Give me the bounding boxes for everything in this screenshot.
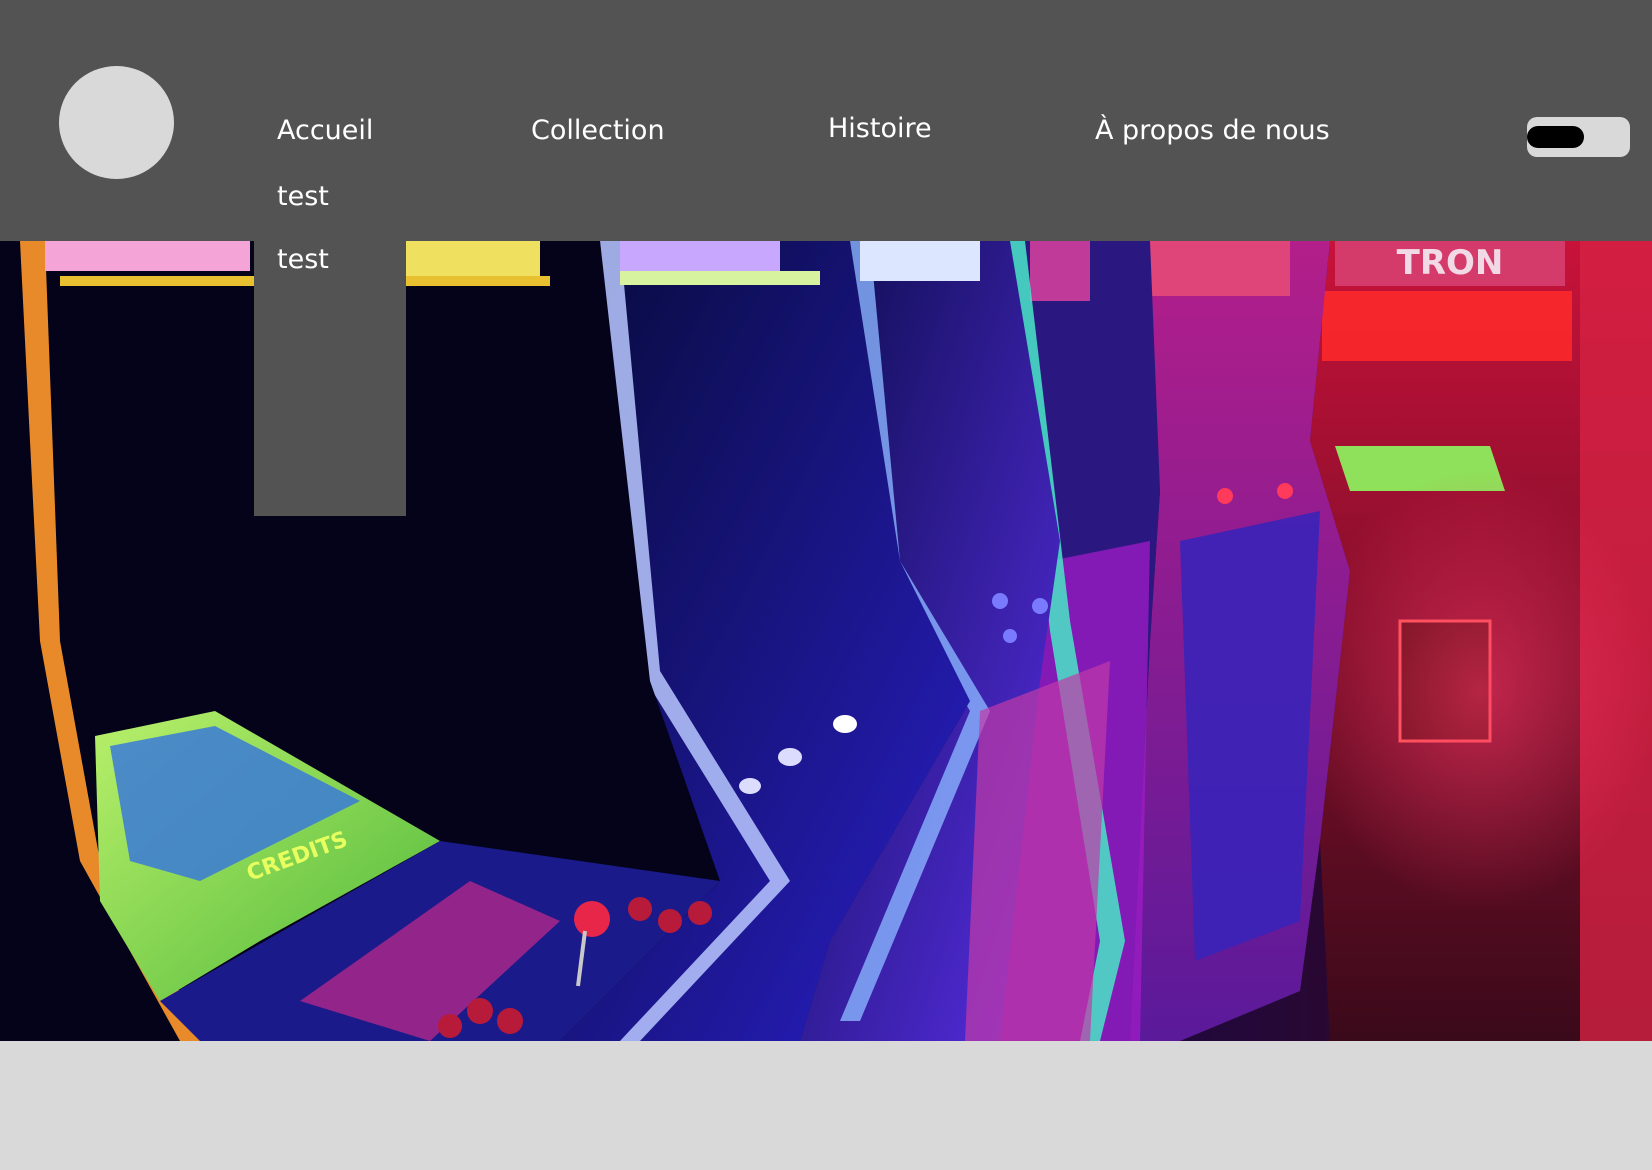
hero-image: TRON CREDITS: [0, 241, 1652, 1041]
nav-link-accueil[interactable]: Accueil: [277, 114, 373, 148]
toggle-knob: [1527, 126, 1584, 148]
arcade-photo: TRON CREDITS: [0, 241, 1652, 1041]
logo-placeholder[interactable]: [59, 66, 174, 179]
dropdown-item-test-1[interactable]: test: [277, 180, 329, 214]
dropdown-item-test-2[interactable]: test: [277, 243, 329, 277]
nav-link-a-propos[interactable]: À propos de nous: [1095, 114, 1330, 148]
svg-text:TRON: TRON: [1397, 243, 1504, 283]
page: TRON CREDITS test test Accueil Collectio…: [0, 0, 1652, 1170]
footer-area: [0, 1041, 1652, 1170]
nav-link-collection[interactable]: Collection: [531, 114, 665, 148]
theme-toggle[interactable]: [1527, 117, 1630, 157]
accueil-dropdown-menu: test test: [254, 180, 406, 516]
navbar: Accueil Collection Histoire À propos de …: [0, 0, 1652, 241]
nav-link-histoire[interactable]: Histoire: [828, 112, 932, 146]
